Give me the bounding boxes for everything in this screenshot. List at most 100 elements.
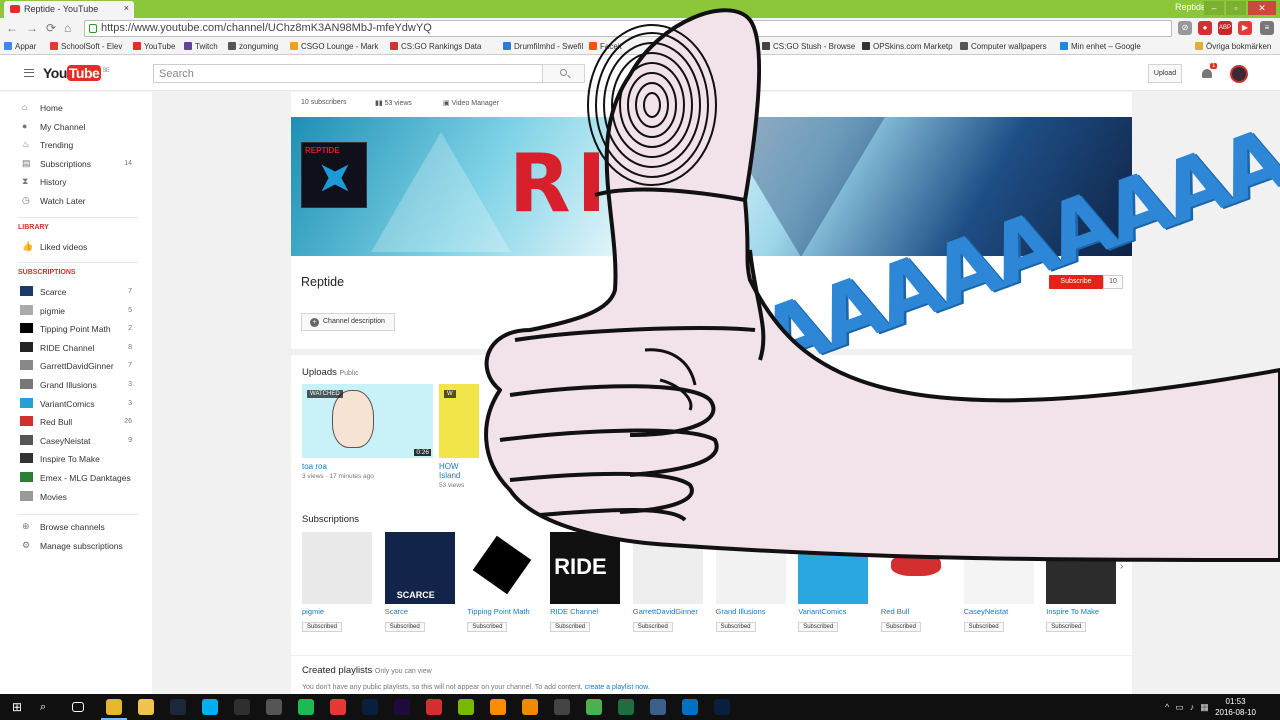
- subscription-name[interactable]: pigmie: [302, 607, 372, 617]
- adblock-plus-icon[interactable]: ABP: [1218, 21, 1232, 35]
- subscription-thumbnail[interactable]: [467, 532, 538, 604]
- video-thumbnail[interactable]: WATCHED 0:26: [302, 384, 433, 458]
- subscribed-button[interactable]: Subscribed: [880, 622, 921, 632]
- subscription-thumbnail[interactable]: [302, 532, 372, 604]
- subscription-name[interactable]: Tipping Point Math: [467, 607, 537, 617]
- subscription-thumbnail[interactable]: [880, 532, 951, 604]
- create-playlist-link[interactable]: create a playlist now.: [585, 684, 650, 691]
- subscription-tile[interactable]: Red Bull Subscribed: [880, 532, 951, 632]
- excel-icon[interactable]: [618, 699, 634, 715]
- search-icon[interactable]: ⌕: [40, 699, 56, 715]
- subscription-name[interactable]: CaseyNeistat: [964, 607, 1034, 617]
- taskbar-clock[interactable]: 01:53 2016-08-10: [1215, 696, 1256, 718]
- subscribed-button[interactable]: Subscribed: [798, 622, 839, 632]
- video-manager-link[interactable]: ▣ Video Manager: [443, 99, 499, 107]
- sidebar-item[interactable]: Home: [40, 103, 63, 113]
- subscribed-button[interactable]: Subscribed: [715, 622, 756, 632]
- sidebar-subscription[interactable]: Tipping Point Math: [40, 324, 111, 334]
- bookmark-item[interactable]: Faceit: [589, 42, 622, 51]
- subscription-tile[interactable]: Grand Illusions Subscribed: [715, 532, 786, 632]
- channel-avatar[interactable]: [20, 286, 33, 296]
- subscription-thumbnail[interactable]: INSPIRE TO MAKE: [1046, 532, 1117, 604]
- uplay-icon[interactable]: [682, 699, 698, 715]
- sidebar-subscription[interactable]: Red Bull: [40, 417, 72, 427]
- bookmark-item[interactable]: Övriga bokmärken: [1195, 42, 1271, 51]
- subscription-name[interactable]: VariantComics: [798, 607, 868, 617]
- channel-avatar[interactable]: [20, 304, 33, 315]
- nvidia-icon[interactable]: [458, 699, 474, 715]
- record-icon[interactable]: [330, 699, 346, 715]
- tray-chevron-icon[interactable]: ^: [1165, 702, 1175, 712]
- sidebar-subscription[interactable]: CaseyNeistat: [40, 436, 91, 446]
- upload-button[interactable]: Upload: [1148, 64, 1182, 83]
- account-avatar[interactable]: [1230, 65, 1248, 83]
- channel-avatar[interactable]: [20, 472, 33, 482]
- chrome-icon[interactable]: [106, 699, 122, 715]
- sidebar-subscription[interactable]: Grand Illusions: [40, 380, 97, 390]
- blocker-icon[interactable]: ⊘: [1178, 21, 1192, 35]
- views-stat[interactable]: ▮▮ 53 views: [375, 99, 412, 107]
- subscribed-button[interactable]: Subscribed: [632, 622, 673, 632]
- channel-avatar[interactable]: [20, 379, 33, 389]
- sidebar-item[interactable]: Watch Later: [40, 196, 86, 206]
- subscription-tile[interactable]: Tipping Point Math Subscribed: [467, 532, 538, 632]
- subscribed-button[interactable]: Subscribed: [302, 622, 343, 632]
- extension-red-icon[interactable]: ●: [1198, 21, 1212, 35]
- app-green-icon[interactable]: [586, 699, 602, 715]
- subscription-name[interactable]: Scarce: [385, 607, 455, 617]
- chrome-menu-icon[interactable]: ≡: [1260, 21, 1274, 35]
- sidebar-subscription[interactable]: pigmie: [40, 306, 65, 316]
- channel-avatar[interactable]: [20, 341, 33, 352]
- channel-avatar[interactable]: [20, 416, 33, 427]
- subscription-thumbnail[interactable]: [963, 532, 1034, 604]
- bookmark-item[interactable]: OPSkins.com Marketp: [862, 42, 953, 51]
- notifications-bell-icon[interactable]: [1202, 69, 1212, 78]
- photoshop-icon[interactable]: [362, 699, 378, 715]
- subscription-thumbnail[interactable]: [798, 532, 869, 604]
- sidebar-subscription[interactable]: RIDE Channel: [40, 343, 94, 353]
- sidebar-subscription[interactable]: Scarce: [40, 287, 66, 297]
- spotify-icon[interactable]: [298, 699, 314, 715]
- browser-tab[interactable]: Reptide - YouTube ×: [4, 1, 134, 18]
- back-icon[interactable]: ←: [6, 21, 18, 35]
- subscription-thumbnail[interactable]: [715, 532, 786, 604]
- video-tile[interactable]: W HOW Island 53 views: [439, 384, 479, 489]
- channel-title[interactable]: Reptide: [301, 275, 344, 289]
- channel-avatar[interactable]: [20, 434, 33, 445]
- subscribed-button[interactable]: Subscribed: [1046, 622, 1087, 632]
- explorer-icon[interactable]: [138, 699, 154, 715]
- sidebar-item[interactable]: Trending: [40, 140, 73, 150]
- tray-keyboard-icon[interactable]: ▦: [1200, 702, 1215, 712]
- channel-avatar[interactable]: [20, 490, 33, 501]
- address-bar[interactable]: https://www.youtube.com/channel/UChz8mK3…: [84, 20, 1172, 37]
- channel-avatar[interactable]: [20, 453, 33, 464]
- sidebar-footer-item[interactable]: Manage subscriptions: [40, 541, 123, 551]
- subscription-name[interactable]: Grand Illusions: [716, 607, 786, 617]
- app-blue-icon[interactable]: [650, 699, 666, 715]
- channel-description-button[interactable]: + Channel description: [301, 313, 395, 331]
- skype-icon[interactable]: [202, 699, 218, 715]
- sidebar-subscription[interactable]: Movies: [40, 492, 67, 502]
- profile-name[interactable]: Reptide: [1175, 2, 1206, 12]
- video-thumbnail[interactable]: W: [439, 384, 479, 458]
- bookmark-item[interactable]: Twitch: [184, 42, 218, 51]
- sidebar-item[interactable]: My Channel: [40, 122, 85, 132]
- bookmark-item[interactable]: Min enhet – Google: [1060, 42, 1141, 51]
- window-close-icon[interactable]: ✕: [1248, 1, 1276, 15]
- subscription-tile[interactable]: SCARCE Scarce Subscribed: [384, 532, 455, 632]
- bookmark-item[interactable]: CSGO Lounge - Mark: [290, 42, 378, 51]
- sidebar-subscription[interactable]: Emex - MLG Danktages: [40, 473, 131, 483]
- subscription-tile[interactable]: INSPIRE TO MAKE Inspire To Make Subscribed: [1046, 532, 1117, 632]
- sidebar-footer-item[interactable]: Browse channels: [40, 522, 105, 532]
- task-view-icon[interactable]: [72, 702, 84, 712]
- vlc-icon[interactable]: [522, 699, 538, 715]
- subscription-tile[interactable]: pigmie Subscribed: [302, 532, 372, 632]
- subscribed-button[interactable]: Subscribed: [550, 622, 591, 632]
- minimize-icon[interactable]: –: [1204, 1, 1224, 15]
- extension-play-icon[interactable]: ▶: [1238, 21, 1252, 35]
- subscription-tile[interactable]: CaseyNeistat Subscribed: [963, 532, 1034, 632]
- tray-network-icon[interactable]: ▭: [1175, 702, 1190, 712]
- playlists-heading[interactable]: Created playlists Only you can view: [302, 665, 432, 676]
- tray-volume-icon[interactable]: ♪: [1190, 702, 1201, 712]
- subscribed-button[interactable]: Subscribed: [963, 622, 1004, 632]
